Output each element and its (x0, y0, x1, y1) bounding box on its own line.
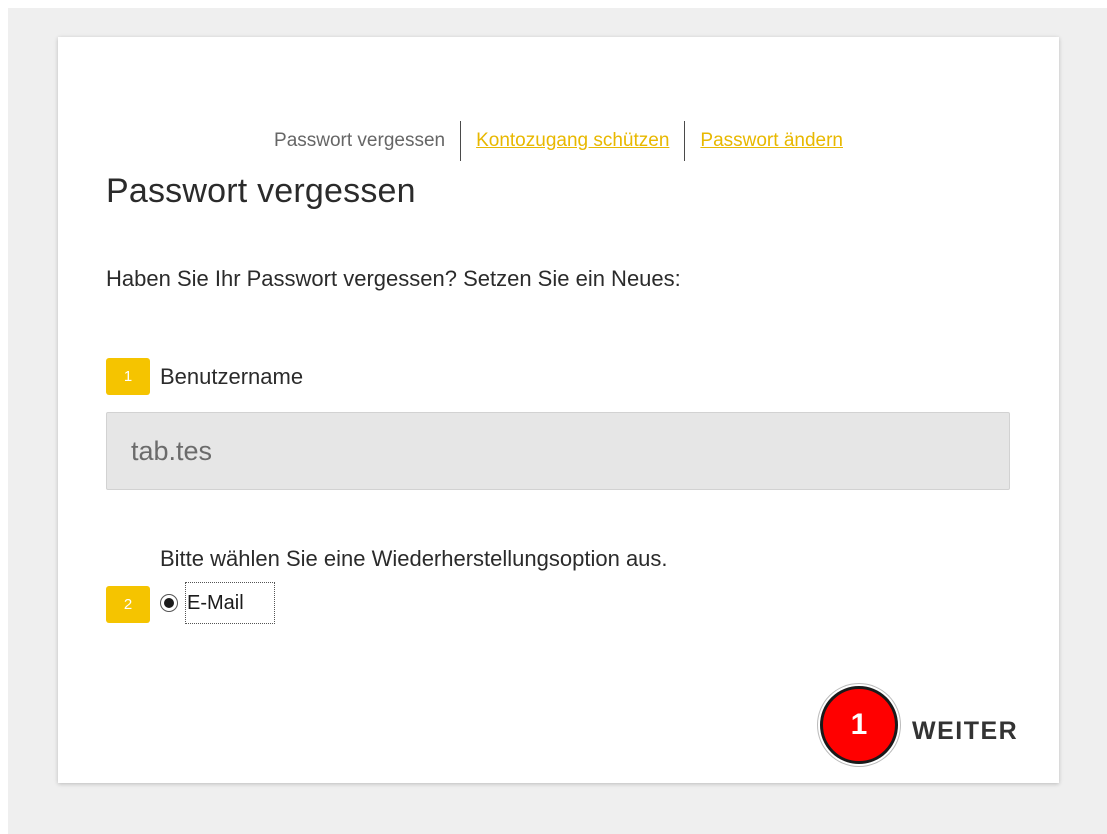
page-title: Passwort vergessen (106, 172, 416, 210)
email-radio-button[interactable] (160, 594, 178, 612)
step-protect-account-link[interactable]: Kontozugang schützen (461, 121, 684, 161)
username-input[interactable] (106, 412, 1010, 490)
radio-selected-dot (164, 598, 174, 608)
step-forgot-password: Passwort vergessen (274, 130, 446, 151)
next-button[interactable]: WEITER (906, 708, 1024, 754)
step-1-badge: 1 (106, 358, 150, 395)
step-2-badge: 2 (106, 586, 150, 623)
username-label: Benutzername (160, 364, 304, 389)
step-change-password-link[interactable]: Passwort ändern (685, 121, 858, 161)
steps-navigation: Passwort vergessen Kontozugang schützen … (58, 121, 1059, 161)
intro-text: Haben Sie Ihr Passwort vergessen? Setzen… (106, 266, 681, 291)
password-reset-card: Passwort vergessen Kontozugang schützen … (58, 37, 1059, 783)
email-radio-label[interactable]: E-Mail (185, 582, 275, 624)
annotation-marker: 1 (820, 686, 898, 764)
recovery-option-prompt: Bitte wählen Sie eine Wiederherstellungs… (160, 546, 668, 571)
email-recovery-option[interactable]: E-Mail (158, 582, 275, 624)
